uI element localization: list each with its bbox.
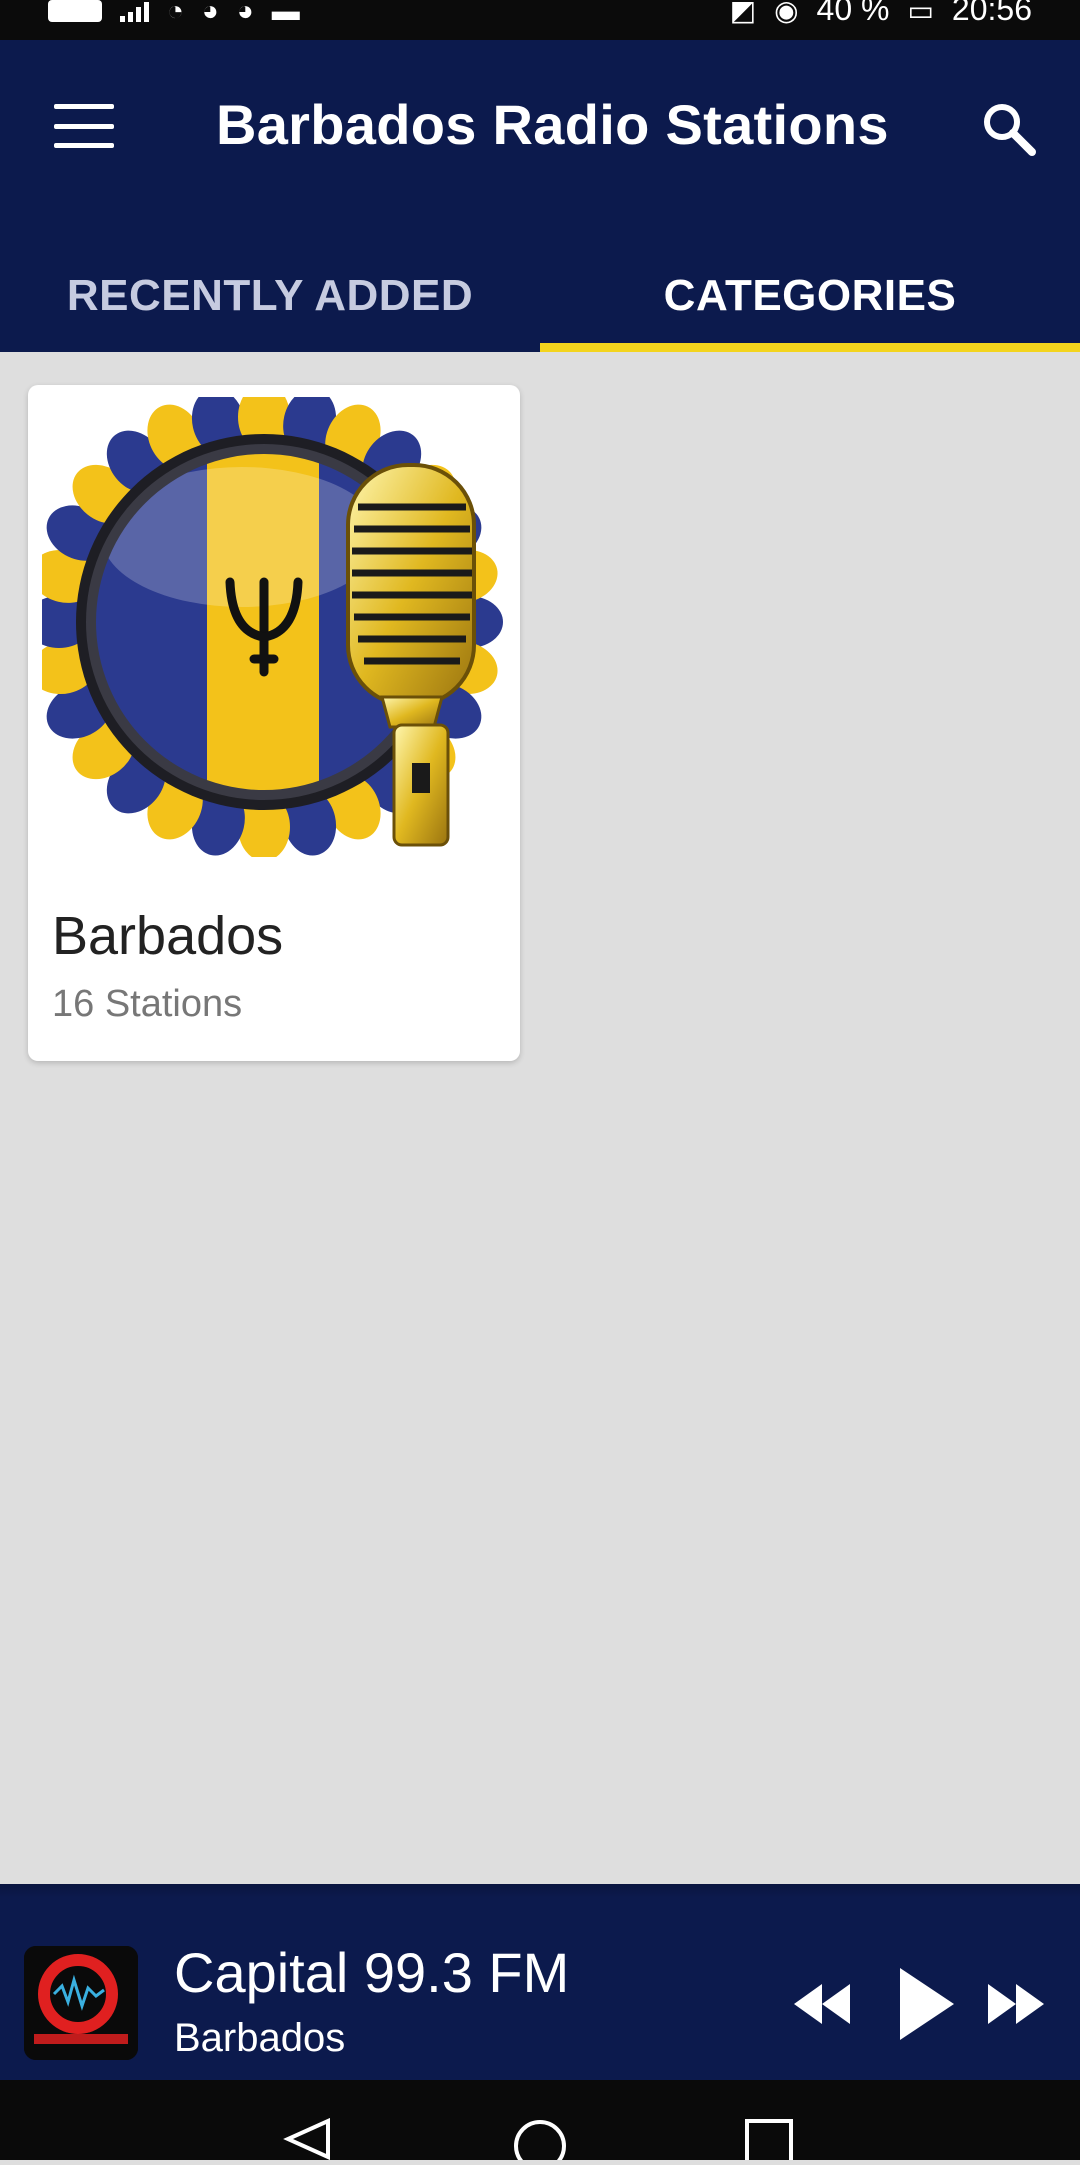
play-icon[interactable]	[896, 1964, 958, 2044]
station-logo	[24, 1946, 138, 2060]
hamburger-menu-icon[interactable]	[54, 104, 114, 148]
vowifi-icon	[48, 0, 102, 22]
category-station-count: 16 Stations	[52, 983, 243, 1025]
battery-icon: ▭	[907, 0, 934, 26]
system-nav-bar	[0, 2080, 1080, 2165]
notification-icon: ▬	[271, 0, 300, 26]
search-icon[interactable]	[976, 96, 1040, 160]
tab-bar: RECENTLY ADDED CATEGORIES	[0, 240, 1080, 352]
status-left: ◔ ◕ ◕ ▬	[48, 0, 300, 40]
now-playing-station: Capital 99.3 FM	[174, 1941, 570, 2004]
cast-icon: ◩	[729, 0, 757, 26]
barbados-flag-microphone-image	[25, 383, 506, 861]
recents-icon[interactable]	[744, 2118, 794, 2165]
wifi-icon: ◔	[167, 0, 184, 26]
status-right: ◩ ◉ 40 % ▭ 20:56	[730, 0, 1032, 40]
signal-icon	[120, 0, 149, 22]
aperture-icon: ◕	[201, 0, 219, 26]
tab-categories[interactable]: CATEGORIES	[540, 240, 1080, 352]
category-name: Barbados	[52, 906, 284, 966]
tab-recently-added[interactable]: RECENTLY ADDED	[0, 240, 540, 352]
aperture-icon: ◕	[236, 0, 254, 26]
now-playing-bar[interactable]: Capital 99.3 FM Barbados	[0, 1884, 1080, 2080]
battery-percent: 40 %	[816, 0, 890, 27]
home-icon[interactable]	[512, 2118, 568, 2165]
status-bar: ◔ ◕ ◕ ▬ ◩ ◉ 40 % ▭ 20:56	[0, 0, 1080, 40]
app-title: Barbados Radio Stations	[216, 93, 889, 156]
rewind-icon[interactable]	[792, 1980, 852, 2028]
clock: 20:56	[951, 0, 1032, 27]
category-card-barbados[interactable]: Barbados 16 Stations	[25, 383, 520, 1061]
fast-forward-icon[interactable]	[986, 1980, 1046, 2028]
eye-icon: ◉	[774, 0, 799, 26]
app-bar: Barbados Radio Stations RECENTLY ADDED C…	[0, 40, 1080, 352]
now-playing-subtitle: Barbados	[174, 2016, 346, 2060]
back-icon[interactable]	[282, 2117, 334, 2165]
